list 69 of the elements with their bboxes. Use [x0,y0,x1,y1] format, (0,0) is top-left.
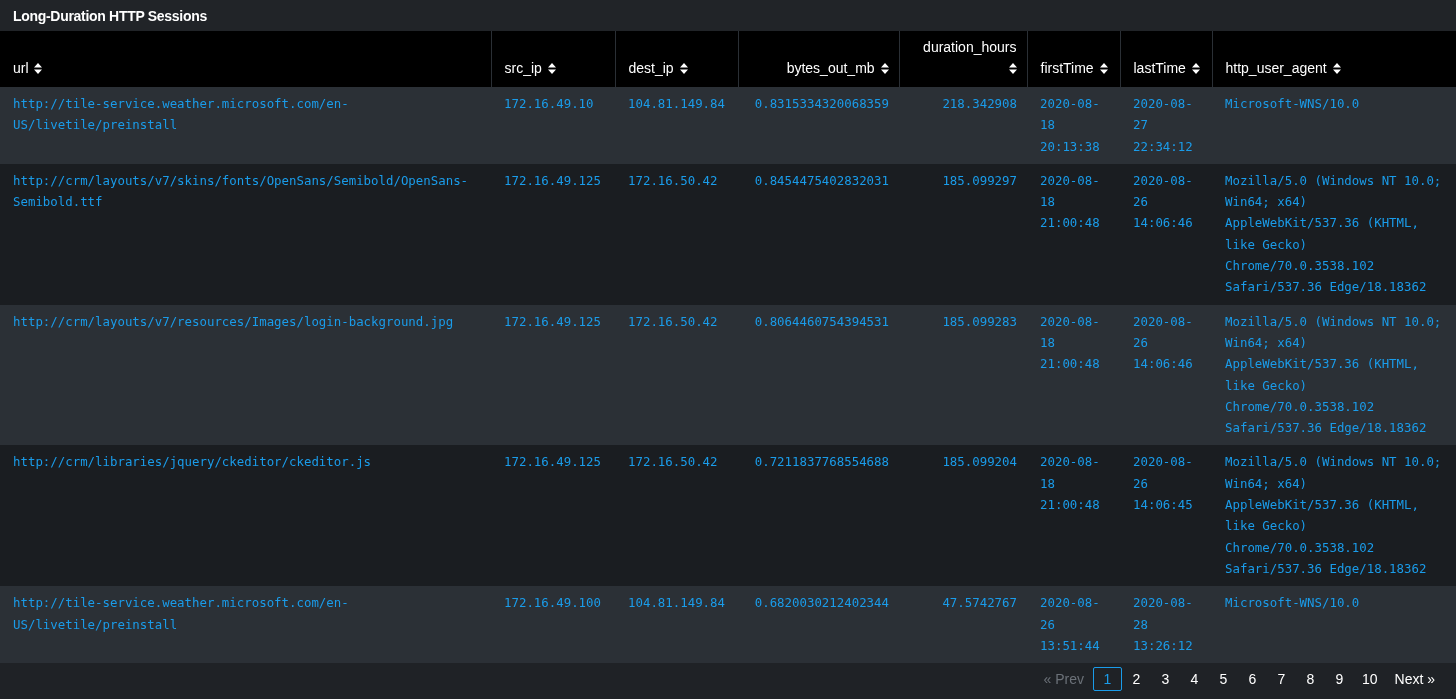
column-header[interactable]: dest_ip [615,31,738,87]
column-header[interactable]: firstTime [1027,31,1120,87]
table-cell[interactable]: http://tile-service.weather.microsoft.com/en-US/livetile/preinstall [0,87,491,164]
table-cell[interactable]: 47.5742767 [899,586,1027,664]
page-link[interactable]: 3 [1150,667,1180,692]
sort-icon [34,63,43,74]
next-link[interactable]: Next » [1385,667,1444,692]
table-cell[interactable]: 185.099297 [899,163,1027,305]
table-cell[interactable]: 2020-08-18 21:00:48 [1027,163,1120,305]
table-cell[interactable]: 0.8315334320068359 [738,87,899,164]
table-cell[interactable]: 172.16.49.100 [491,586,615,664]
table-cell[interactable]: 2020-08-18 21:00:48 [1027,304,1120,446]
table-cell[interactable]: Microsoft-WNS/10.0 [1212,87,1456,164]
table-cell[interactable]: 0.6820030212402344 [738,586,899,664]
sort-icon [1008,63,1017,74]
table-cell[interactable]: 172.16.49.125 [491,445,615,587]
table-cell[interactable]: 172.16.50.42 [615,163,738,305]
page-link[interactable]: 1 [1092,667,1122,692]
table-cell[interactable]: 0.8064460754394531 [738,304,899,446]
table-cell[interactable]: Microsoft-WNS/10.0 [1212,586,1456,664]
page-link[interactable]: 7 [1266,667,1296,692]
sort-icon [679,63,688,74]
table-cell[interactable]: 2020-08-26 14:06:45 [1120,445,1212,587]
table-cell[interactable]: 2020-08-18 21:00:48 [1027,445,1120,587]
column-header[interactable]: bytes_out_mb [738,31,899,87]
table-cell[interactable]: 0.7211837768554688 [738,445,899,587]
table-cell[interactable]: http://tile-service.weather.microsoft.com/en-US/livetile/preinstall [0,586,491,664]
table-cell[interactable]: Mozilla/5.0 (Windows NT 10.0; Win64; x64) AppleWebKit/537.36 (KHTML, like Gecko) Chrome/70.0.3538.102 Safari/537.36 Edge/18.18362 [1212,304,1456,446]
table-cell[interactable]: 185.099204 [899,445,1027,587]
sort-icon [880,63,889,74]
table-cell[interactable]: 2020-08-28 13:26:12 [1120,586,1212,664]
column-header[interactable]: src_ip [491,31,615,87]
table-cell[interactable]: 172.16.49.10 [491,87,615,164]
sort-icon [547,63,556,74]
table-cell[interactable]: http://crm/layouts/v7/skins/fonts/OpenSans/Semibold/OpenSans-Semibold.ttf [0,163,491,305]
prev-link: « Prev [1042,670,1085,690]
table-cell[interactable]: 2020-08-26 14:06:46 [1120,163,1212,305]
table-cell[interactable]: 2020-08-18 20:13:38 [1027,87,1120,164]
table-cell[interactable]: http://crm/layouts/v7/resources/Images/login-background.jpg [0,304,491,446]
column-header[interactable]: duration_hours [899,31,1027,87]
panel-title: Long-Duration HTTP Sessions [13,7,207,24]
column-header[interactable]: http_user_agent [1212,31,1456,87]
table-cell[interactable]: 104.81.149.84 [615,87,738,164]
page-link[interactable]: 5 [1208,667,1238,692]
page-link[interactable]: 4 [1179,667,1209,692]
sort-icon [1191,63,1200,74]
sort-icon [1332,63,1341,74]
table-cell[interactable]: 218.342908 [899,87,1027,164]
page-link[interactable]: 6 [1237,667,1267,692]
table-cell[interactable]: Mozilla/5.0 (Windows NT 10.0; Win64; x64) AppleWebKit/537.36 (KHTML, like Gecko) Chrome/70.0.3538.102 Safari/537.36 Edge/18.18362 [1212,445,1456,587]
page-link[interactable]: 10 [1353,667,1386,692]
page-link[interactable]: 2 [1121,667,1151,692]
column-header[interactable]: lastTime [1120,31,1212,87]
table-cell[interactable]: Mozilla/5.0 (Windows NT 10.0; Win64; x64) AppleWebKit/537.36 (KHTML, like Gecko) Chrome/70.0.3538.102 Safari/537.36 Edge/18.18362 [1212,163,1456,305]
table-cell[interactable]: 172.16.49.125 [491,163,615,305]
table-cell[interactable]: 2020-08-27 22:34:12 [1120,87,1212,164]
table-cell[interactable]: 2020-08-26 13:51:44 [1027,586,1120,664]
table-cell[interactable]: 172.16.50.42 [615,445,738,587]
table-cell[interactable]: 172.16.50.42 [615,304,738,446]
table-cell[interactable]: 172.16.49.125 [491,304,615,446]
column-header[interactable]: url [0,31,491,87]
page-link[interactable]: 9 [1324,667,1354,692]
table-cell[interactable]: http://crm/libraries/jquery/ckeditor/ckeditor.js [0,445,491,587]
table-cell[interactable]: 0.8454475402832031 [738,163,899,305]
table-cell[interactable]: 185.099283 [899,304,1027,446]
table-cell[interactable]: 2020-08-26 14:06:46 [1120,304,1212,446]
sort-icon [1099,63,1108,74]
table-cell[interactable]: 104.81.149.84 [615,586,738,664]
page-link[interactable]: 8 [1295,667,1325,692]
